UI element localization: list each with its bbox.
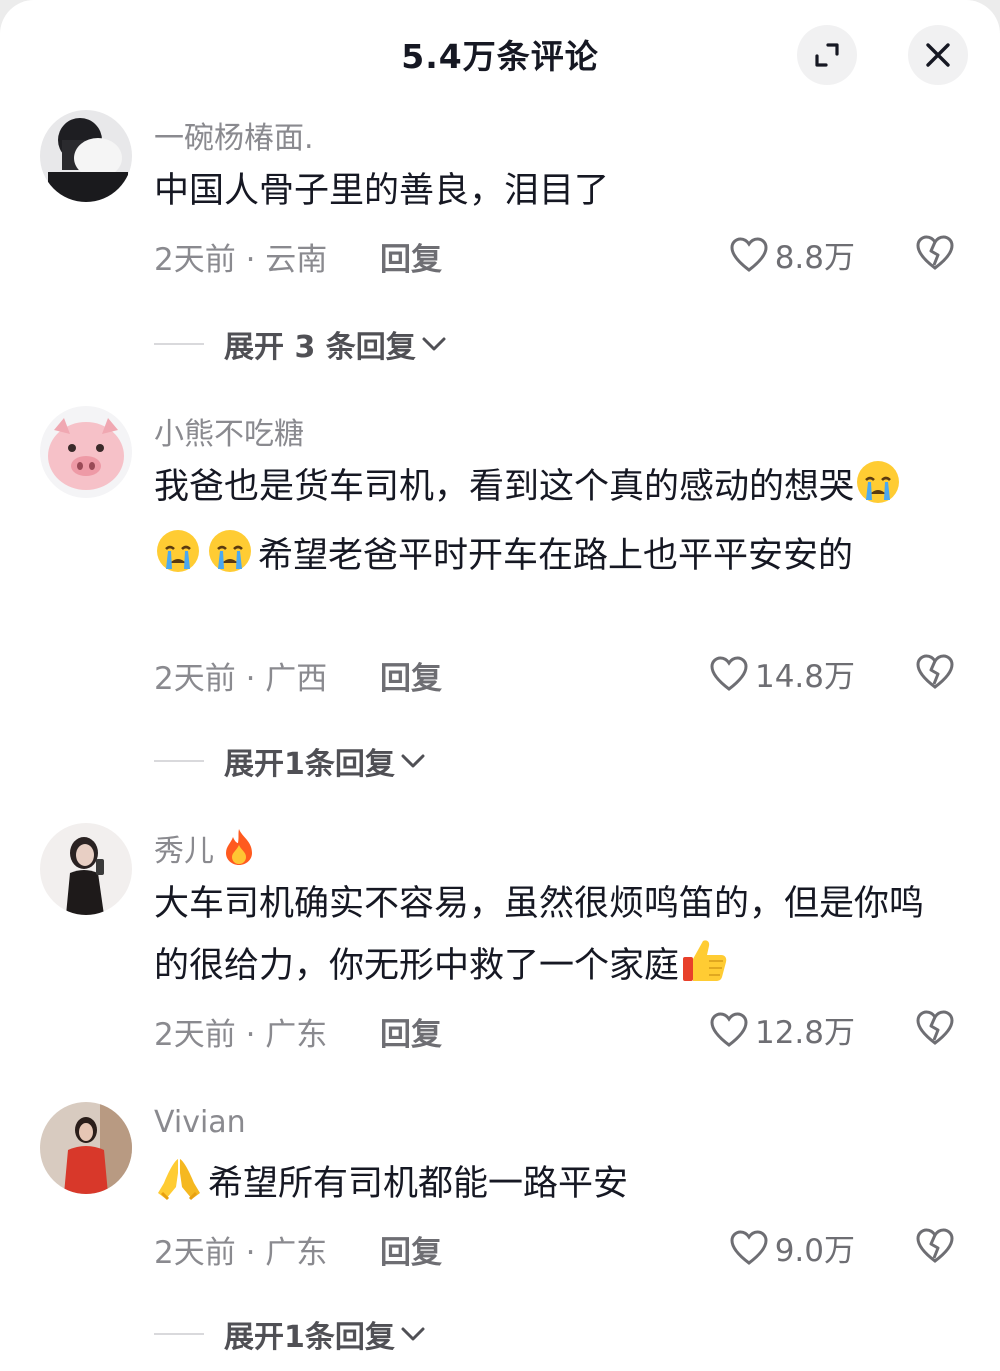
broken-heart-icon — [916, 654, 954, 689]
like-button[interactable]: 8.8万 — [729, 232, 855, 277]
comments-sheet: 5.4万条评论 一碗杨椿面. 中国人骨子里的善良，泪目了 2天前 · 云南 回复 — [0, 0, 1000, 1371]
chevron-down-icon — [422, 337, 446, 351]
close-icon — [926, 43, 950, 67]
time-location: 2天前 · 广东 — [154, 1017, 328, 1053]
heart-icon — [710, 655, 748, 691]
heart-icon — [730, 236, 768, 272]
heart-icon — [730, 1229, 768, 1265]
time-location: 2天前 · 广西 — [154, 661, 328, 697]
expand-button[interactable] — [797, 25, 857, 85]
expand-replies-label: 展开 3 条回复 — [224, 330, 416, 365]
like-count: 9.0万 — [774, 1233, 855, 1269]
avatar[interactable] — [40, 823, 132, 915]
dislike-button[interactable] — [915, 653, 955, 695]
like-count: 8.8万 — [774, 240, 855, 276]
broken-heart-icon — [916, 235, 954, 270]
expand-replies-label: 展开1条回复 — [224, 747, 395, 782]
username[interactable]: 小熊不吃糖 — [154, 409, 304, 453]
comment-text-part: 希望老爸平时开车在路上也平平安安的 — [258, 536, 854, 576]
divider — [154, 1333, 204, 1335]
broken-heart-icon — [916, 1228, 954, 1263]
reply-button[interactable]: 回复 — [380, 653, 442, 698]
close-button[interactable] — [908, 25, 968, 85]
broken-heart-icon — [916, 1010, 954, 1045]
avatar-pig-icon — [40, 406, 132, 498]
divider — [154, 760, 204, 762]
comment-text-part: 希望所有司机都能一路平安 — [208, 1164, 629, 1204]
username[interactable]: 一碗杨椿面. — [154, 113, 314, 157]
dislike-button[interactable] — [915, 1009, 955, 1051]
praying-hands-emoji — [154, 1153, 204, 1223]
comment-text: 我爸也是货车司机，看到这个真的感动的想哭希望老爸平时开车在路上也平平安安的 — [154, 457, 954, 595]
expand-replies-button[interactable]: 展开1条回复 — [154, 739, 427, 783]
comment-text-part: 大车司机确实不容易，虽然很烦鸣笛的，但是你鸣的很给力，你无形中救了一个家庭 — [154, 884, 925, 986]
like-button[interactable]: 12.8万 — [709, 1007, 855, 1052]
reply-button[interactable]: 回复 — [380, 234, 442, 279]
avatar[interactable] — [40, 1102, 132, 1194]
expand-icon — [815, 43, 839, 67]
chevron-down-icon — [401, 754, 425, 768]
username-text: 秀儿 — [154, 834, 214, 869]
username[interactable]: Vivian — [154, 1105, 246, 1140]
reply-button[interactable]: 回复 — [380, 1009, 442, 1054]
thumbs-up-emoji — [679, 935, 729, 1005]
comment-text: 大车司机确实不容易，虽然很烦鸣笛的，但是你鸣的很给力，你无形中救了一个家庭 — [154, 874, 954, 1005]
like-button[interactable]: 14.8万 — [709, 651, 855, 696]
avatar-person-dark-icon — [40, 110, 132, 202]
fire-emoji — [220, 827, 258, 875]
like-button[interactable]: 9.0万 — [729, 1225, 855, 1270]
expand-replies-button[interactable]: 展开 3 条回复 — [154, 322, 448, 366]
crying-emoji — [206, 527, 254, 595]
reply-button[interactable]: 回复 — [380, 1227, 442, 1272]
expand-replies-button[interactable]: 展开1条回复 — [154, 1312, 427, 1356]
crying-emoji — [854, 458, 902, 526]
heart-icon — [710, 1011, 748, 1047]
time-location: 2天前 · 广东 — [154, 1235, 328, 1271]
like-count: 12.8万 — [754, 1015, 855, 1051]
chevron-down-icon — [401, 1327, 425, 1341]
dislike-button[interactable] — [915, 1227, 955, 1269]
avatar[interactable] — [40, 110, 132, 202]
divider — [154, 343, 204, 345]
expand-replies-label: 展开1条回复 — [224, 1320, 395, 1355]
like-count: 14.8万 — [754, 659, 855, 695]
time-location: 2天前 · 云南 — [154, 242, 328, 278]
avatar-girl-red-icon — [40, 1102, 132, 1194]
comment-text: 希望所有司机都能一路平安 — [154, 1153, 954, 1223]
crying-emoji — [154, 527, 202, 595]
avatar-girl-selfie-icon — [40, 823, 132, 915]
username[interactable]: 秀儿 — [154, 826, 258, 875]
avatar[interactable] — [40, 406, 132, 498]
comment-text-part: 我爸也是货车司机，看到这个真的感动的想哭 — [154, 467, 855, 507]
dislike-button[interactable] — [915, 234, 955, 276]
comment-text: 中国人骨子里的善良，泪目了 — [154, 171, 610, 211]
